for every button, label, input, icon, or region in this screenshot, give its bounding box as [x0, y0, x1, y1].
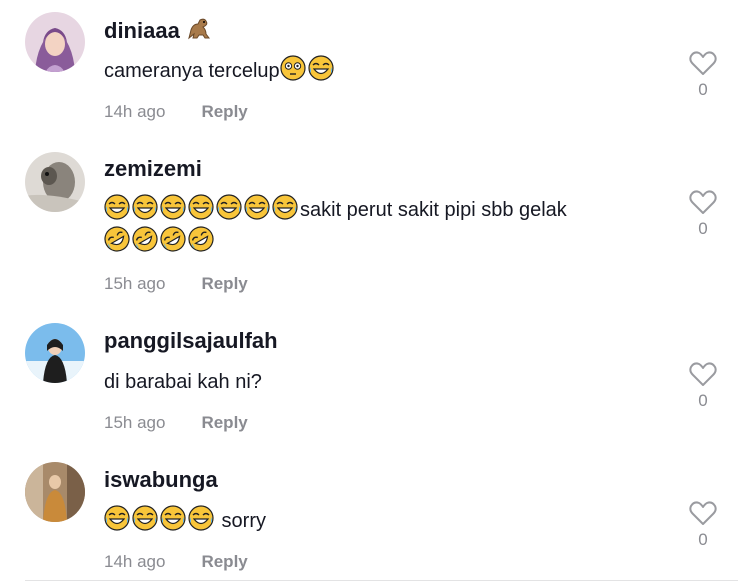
heart-icon [689, 51, 717, 75]
avatar-image [25, 152, 85, 212]
divider [25, 580, 738, 581]
joy-emoji-icon [244, 194, 270, 220]
comment-time: 15h ago [104, 413, 166, 432]
comment-text: sakit perut sakit pipi sbb gelak [104, 194, 664, 258]
avatar-image [25, 12, 85, 72]
like-button[interactable]: 0 [688, 361, 718, 411]
joy-emoji-icon [308, 55, 334, 81]
reply-button[interactable]: Reply [201, 552, 247, 571]
avatar[interactable] [25, 323, 85, 383]
reply-button[interactable]: Reply [201, 102, 247, 121]
like-count: 0 [698, 530, 708, 549]
joy-emoji-icon [104, 505, 130, 531]
comment-meta: 14h ago Reply [104, 102, 248, 122]
rofl-emoji-icon [132, 226, 158, 252]
like-button[interactable]: 0 [688, 50, 718, 100]
comment-username[interactable]: panggilsajaulfah [104, 328, 278, 354]
joy-emoji-icon [104, 194, 130, 220]
like-count: 0 [698, 80, 708, 99]
dinosaur-icon [186, 16, 212, 42]
flushed-emoji-icon [280, 55, 306, 81]
heart-icon [689, 362, 717, 386]
like-button[interactable]: 0 [688, 189, 718, 239]
comment-time: 15h ago [104, 274, 166, 293]
comment-time: 14h ago [104, 102, 166, 121]
joy-emoji-icon [132, 505, 158, 531]
comment-time: 14h ago [104, 552, 166, 571]
rofl-emoji-icon [160, 226, 186, 252]
comment-text: cameranya tercelup [104, 55, 664, 87]
like-button[interactable]: 0 [688, 500, 718, 550]
heart-icon [689, 501, 717, 525]
comment-text: di barabai kah ni? [104, 371, 262, 393]
joy-emoji-icon [188, 194, 214, 220]
avatar-image [25, 462, 85, 522]
comment-username[interactable]: diniaaa [104, 16, 214, 44]
reply-button[interactable]: Reply [201, 413, 247, 432]
rofl-emoji-icon [188, 226, 214, 252]
joy-emoji-icon [272, 194, 298, 220]
joy-emoji-icon [160, 194, 186, 220]
avatar[interactable] [25, 152, 85, 212]
comment-meta: 15h ago Reply [104, 413, 248, 433]
comment-meta: 14h ago Reply [104, 552, 248, 572]
like-count: 0 [698, 219, 708, 238]
rofl-emoji-icon [104, 226, 130, 252]
joy-emoji-icon [132, 194, 158, 220]
comment-text: sorry [104, 505, 664, 537]
avatar[interactable] [25, 462, 85, 522]
heart-icon [689, 190, 717, 214]
joy-emoji-icon [188, 505, 214, 531]
joy-emoji-icon [216, 194, 242, 220]
comment-username[interactable]: zemizemi [104, 156, 202, 182]
like-count: 0 [698, 391, 708, 410]
comment-meta: 15h ago Reply [104, 274, 248, 294]
joy-emoji-icon [160, 505, 186, 531]
avatar[interactable] [25, 12, 85, 72]
comment-username[interactable]: iswabunga [104, 467, 218, 493]
reply-button[interactable]: Reply [201, 274, 247, 293]
avatar-image [25, 323, 85, 383]
